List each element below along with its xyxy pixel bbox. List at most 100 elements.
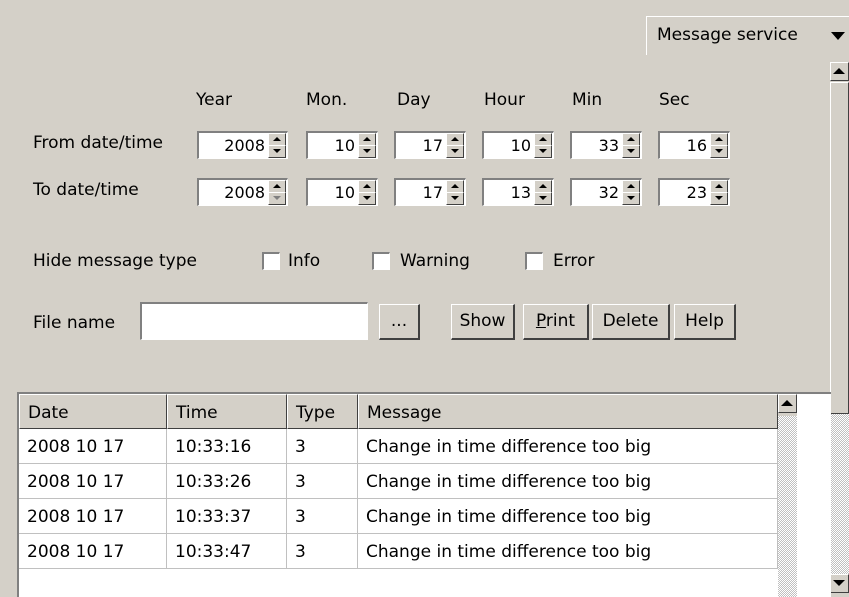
header-hour: Hour: [484, 90, 525, 110]
table-scroll-up-button[interactable]: [778, 394, 797, 413]
hide-message-type-label: Hide message type: [33, 251, 197, 271]
from-year-spinner[interactable]: 2008: [197, 131, 288, 159]
table-scroll-track[interactable]: [778, 416, 797, 597]
triangle-down-icon: [363, 196, 371, 200]
warning-checkbox[interactable]: [372, 252, 390, 270]
spinner-value: 17: [422, 136, 443, 155]
table-row[interactable]: 2008 10 17 10:33:47 3 Change in time dif…: [19, 534, 778, 569]
info-checkbox-label[interactable]: Info: [288, 251, 320, 271]
scroll-up-button[interactable]: [830, 62, 849, 81]
cell-message: Change in time difference too big: [358, 499, 778, 534]
column-header-time[interactable]: Time: [167, 394, 287, 429]
triangle-up-icon: [627, 184, 635, 188]
cell-time: 10:33:16: [167, 429, 287, 464]
cell-time: 10:33:26: [167, 464, 287, 499]
triangle-up-icon: [539, 137, 547, 141]
spin-down-button[interactable]: [622, 145, 640, 158]
error-checkbox-label[interactable]: Error: [553, 251, 594, 271]
cell-date: 2008 10 17: [19, 534, 167, 569]
browse-button[interactable]: ...: [379, 304, 420, 340]
scroll-track[interactable]: [830, 414, 849, 574]
show-button[interactable]: Show: [451, 304, 515, 340]
from-day-spinner[interactable]: 17: [394, 131, 466, 159]
table-row[interactable]: 2008 10 17 10:33:16 3 Change in time dif…: [19, 429, 778, 464]
from-hour-spinner[interactable]: 10: [482, 131, 554, 159]
spin-down-button[interactable]: [358, 192, 376, 205]
spinner-value: 16: [686, 136, 707, 155]
to-year-spinner[interactable]: 2008: [197, 178, 288, 206]
triangle-up-icon: [715, 137, 723, 141]
cell-date: 2008 10 17: [19, 429, 167, 464]
message-service-label: Message service: [657, 25, 798, 45]
scroll-thumb[interactable]: [830, 82, 849, 414]
spin-down-button[interactable]: [446, 145, 464, 158]
cell-text: 10:33:37: [175, 507, 252, 527]
spinner-value: 13: [510, 183, 531, 202]
cell-time: 10:33:37: [167, 499, 287, 534]
spin-down-button[interactable]: [268, 145, 286, 158]
delete-button[interactable]: Delete: [592, 304, 670, 340]
cell-text: Change in time difference too big: [366, 542, 652, 562]
triangle-down-icon: [451, 149, 459, 153]
column-header-message[interactable]: Message: [358, 394, 778, 429]
header-month: Mon.: [306, 90, 348, 110]
message-service-dropdown[interactable]: Message service: [646, 16, 849, 55]
cell-text: 2008 10 17: [27, 472, 125, 492]
spin-down-button[interactable]: [710, 145, 728, 158]
column-header-date[interactable]: Date: [19, 394, 167, 429]
triangle-up-icon: [273, 137, 281, 141]
spinner-value: 10: [334, 183, 355, 202]
chevron-down-icon: [831, 32, 845, 40]
column-header-type[interactable]: Type: [287, 394, 358, 429]
spin-down-button[interactable]: [534, 192, 552, 205]
spin-down-button[interactable]: [534, 145, 552, 158]
triangle-down-icon: [539, 149, 547, 153]
main-vertical-scrollbar[interactable]: [830, 62, 849, 595]
to-sec-spinner[interactable]: 23: [658, 178, 730, 206]
triangle-up-icon: [273, 184, 281, 188]
triangle-down-icon: [451, 196, 459, 200]
cell-time: 10:33:47: [167, 534, 287, 569]
to-day-spinner[interactable]: 17: [394, 178, 466, 206]
cell-type: 3: [287, 464, 358, 499]
cell-text: 3: [295, 472, 306, 492]
cell-text: 3: [295, 507, 306, 527]
spinner-value: 23: [686, 183, 707, 202]
help-button[interactable]: Help: [674, 304, 736, 340]
spinner-value: 10: [334, 136, 355, 155]
spin-down-button[interactable]: [446, 192, 464, 205]
to-hour-spinner[interactable]: 13: [482, 178, 554, 206]
warning-checkbox-label[interactable]: Warning: [400, 251, 470, 271]
to-month-spinner[interactable]: 10: [306, 178, 378, 206]
error-checkbox[interactable]: [525, 252, 543, 270]
from-min-spinner[interactable]: 33: [570, 131, 642, 159]
print-mnemonic: P: [535, 311, 546, 331]
triangle-down-icon: [715, 196, 723, 200]
table-row[interactable]: 2008 10 17 10:33:26 3 Change in time dif…: [19, 464, 778, 499]
info-checkbox[interactable]: [262, 252, 280, 270]
spin-down-button[interactable]: [710, 192, 728, 205]
from-sec-spinner[interactable]: 16: [658, 131, 730, 159]
from-month-spinner[interactable]: 10: [306, 131, 378, 159]
scroll-down-button[interactable]: [830, 574, 849, 593]
column-header-label: Message: [367, 403, 442, 423]
spin-down-button[interactable]: [358, 145, 376, 158]
table-vertical-scrollbar[interactable]: [778, 394, 797, 597]
triangle-up-icon: [627, 137, 635, 141]
print-button[interactable]: Print: [523, 304, 589, 340]
cell-type: 3: [287, 534, 358, 569]
file-name-label: File name: [33, 313, 116, 333]
message-table[interactable]: Date Time Type Message 2008 10 17 10:33:…: [17, 392, 831, 597]
cell-type: 3: [287, 429, 358, 464]
to-min-spinner[interactable]: 32: [570, 178, 642, 206]
spinner-value: 2008: [224, 136, 265, 155]
triangle-down-icon: [273, 149, 281, 153]
triangle-up-icon: [363, 137, 371, 141]
column-header-label: Type: [296, 403, 336, 423]
file-name-input[interactable]: [140, 302, 368, 340]
cell-text: 10:33:16: [175, 437, 252, 457]
spin-down-button[interactable]: [622, 192, 640, 205]
spinner-value: 2008: [224, 183, 265, 202]
table-row[interactable]: 2008 10 17 10:33:37 3 Change in time dif…: [19, 499, 778, 534]
triangle-down-icon: [627, 196, 635, 200]
